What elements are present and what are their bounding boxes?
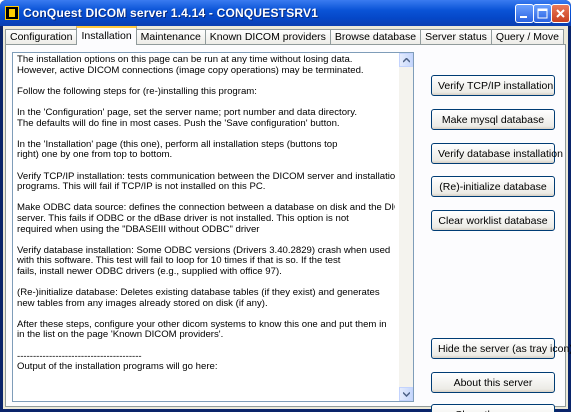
tab-server-status[interactable]: Server status	[420, 29, 492, 45]
installation-log-textarea[interactable]: The installation options on this page ca…	[12, 52, 414, 402]
close-icon	[556, 9, 565, 18]
arrow-up-icon	[403, 58, 410, 63]
close-server-button[interactable]: Close the server	[431, 404, 555, 412]
tab-browse-database[interactable]: Browse database	[329, 29, 422, 45]
minimize-button[interactable]	[515, 4, 534, 23]
scroll-up-button[interactable]	[399, 53, 413, 67]
about-server-button[interactable]: About this server	[431, 372, 555, 393]
title-bar[interactable]: ConQuest DICOM server 1.4.14 - CONQUESTS…	[0, 0, 571, 26]
tab-configuration[interactable]: Configuration	[5, 29, 78, 45]
verify-database-button[interactable]: Verify database installation	[431, 143, 563, 164]
tab-installation[interactable]: Installation	[76, 26, 137, 45]
tab-strip: Configuration Installation Maintenance K…	[5, 26, 564, 45]
hide-server-button[interactable]: Hide the server (as tray icon)	[431, 338, 571, 359]
scroll-down-button[interactable]	[399, 387, 413, 401]
reinitialize-database-button[interactable]: (Re)-initialize database	[431, 176, 555, 197]
arrow-down-icon	[403, 392, 410, 397]
make-mysql-database-button[interactable]: Make mysql database	[431, 109, 555, 130]
verify-tcpip-button[interactable]: Verify TCP/IP installation	[431, 75, 555, 96]
installation-panel: The installation options on this page ca…	[5, 44, 571, 412]
tab-maintenance[interactable]: Maintenance	[135, 29, 206, 45]
maximize-icon	[537, 8, 548, 19]
tab-known-dicom-providers[interactable]: Known DICOM providers	[204, 29, 331, 45]
clear-worklist-button[interactable]: Clear worklist database	[431, 210, 555, 231]
client-area: Configuration Installation Maintenance K…	[3, 26, 571, 412]
close-window-button[interactable]	[551, 4, 570, 23]
app-window: ConQuest DICOM server 1.4.14 - CONQUESTS…	[0, 0, 571, 412]
window-title: ConQuest DICOM server 1.4.14 - CONQUESTS…	[23, 6, 319, 20]
app-icon	[5, 6, 19, 20]
maximize-button[interactable]	[533, 4, 552, 23]
vertical-scrollbar[interactable]	[399, 53, 413, 401]
minimize-icon	[520, 16, 527, 18]
tab-query-move[interactable]: Query / Move	[490, 29, 564, 45]
installation-instructions-text: The installation options on this page ca…	[17, 55, 395, 373]
